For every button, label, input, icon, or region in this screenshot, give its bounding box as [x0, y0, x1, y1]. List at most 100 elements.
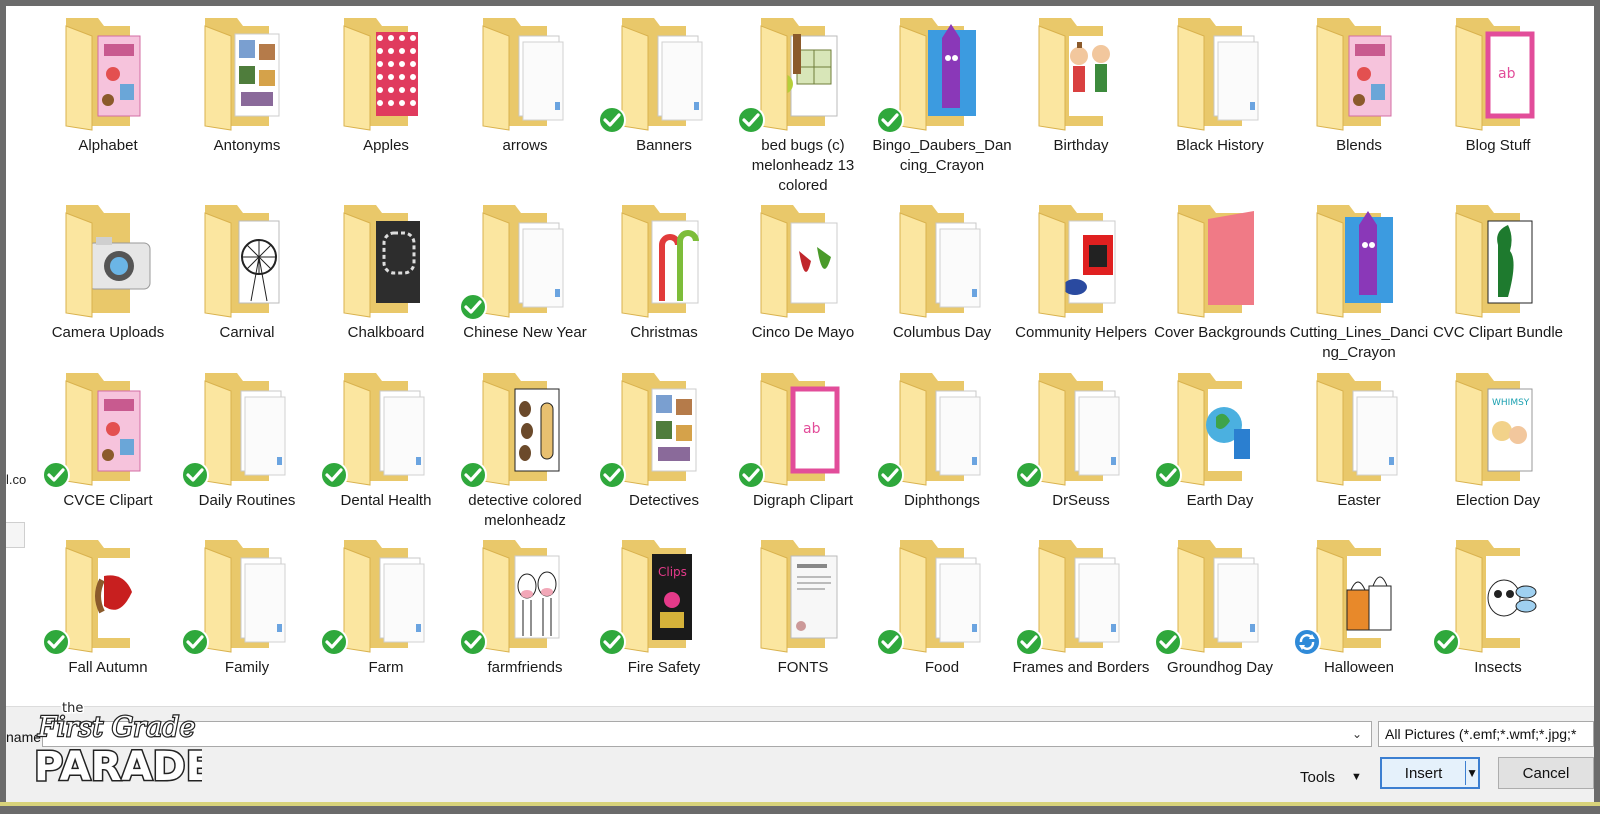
folder-name: Food: [924, 659, 960, 676]
folder-item[interactable]: Blends: [1289, 6, 1429, 196]
folder-icon: [336, 201, 436, 319]
sync-check-icon: [42, 461, 70, 489]
insert-button[interactable]: Insert ▼: [1380, 757, 1480, 789]
folder-icon: [1448, 536, 1548, 654]
folder-item[interactable]: Community Helpers: [1011, 193, 1151, 383]
folder-name: Easter: [1337, 492, 1381, 509]
sync-check-icon: [598, 106, 626, 134]
folder-name: Apples: [363, 137, 409, 154]
folder-icon: [614, 369, 714, 487]
folder-item[interactable]: Detectives: [594, 361, 734, 551]
folder-name: Fire Safety: [627, 659, 701, 676]
sync-check-icon: [737, 106, 765, 134]
chevron-down-icon[interactable]: ⌄: [1344, 722, 1370, 746]
tools-menu[interactable]: Tools ▼: [1300, 763, 1362, 791]
folder-item[interactable]: Frames and Borders: [1011, 528, 1151, 706]
folder-item[interactable]: Chalkboard: [316, 193, 456, 383]
svg-text:Clips: Clips: [658, 565, 687, 579]
sync-check-icon: [737, 461, 765, 489]
folder-icon: [197, 201, 297, 319]
folder-item[interactable]: Christmas: [594, 193, 734, 383]
clipped-text: l.co: [6, 472, 27, 487]
folder-item[interactable]: Fall Autumn: [38, 528, 178, 706]
folder-name: Digraph Clipart: [752, 492, 854, 509]
folder-name: Columbus Day: [892, 324, 992, 341]
folder-item[interactable]: Family: [177, 528, 317, 706]
folder-item[interactable]: farmfriends: [455, 528, 595, 706]
sync-check-icon: [320, 461, 348, 489]
folder-item[interactable]: detective colored melonheadz: [455, 361, 595, 551]
folder-item[interactable]: Antonyms: [177, 6, 317, 196]
decorative-stripe: [0, 802, 1600, 806]
folder-item[interactable]: Columbus Day: [872, 193, 1012, 383]
folder-name: Antonyms: [213, 137, 281, 154]
folder-item[interactable]: Easter: [1289, 361, 1429, 551]
folder-icon: [753, 536, 853, 654]
tools-label: Tools: [1300, 768, 1336, 786]
folder-icon: [336, 369, 436, 487]
folder-item[interactable]: Farm: [316, 528, 456, 706]
folder-item[interactable]: CVC Clipart Bundle: [1428, 193, 1568, 383]
sync-check-icon: [876, 461, 904, 489]
folder-item[interactable]: Banners: [594, 6, 734, 196]
folder-item[interactable]: Cutting_Lines_Dancing_Crayon: [1289, 193, 1429, 383]
insert-dropdown-icon[interactable]: ▼: [1466, 766, 1478, 780]
folder-item[interactable]: Chinese New Year: [455, 193, 595, 383]
svg-text:First Grade: First Grade: [37, 712, 195, 743]
folder-item[interactable]: Birthday: [1011, 6, 1151, 196]
folder-item[interactable]: Daily Routines: [177, 361, 317, 551]
folder-item[interactable]: ab Digraph Clipart: [733, 361, 873, 551]
folder-icon: ab: [753, 369, 853, 487]
sync-check-icon: [876, 106, 904, 134]
folder-item[interactable]: Halloween: [1289, 528, 1429, 706]
folder-item[interactable]: arrows: [455, 6, 595, 196]
file-name-input[interactable]: [42, 721, 1372, 747]
folder-icon: [475, 201, 575, 319]
folder-item[interactable]: Black History: [1150, 6, 1290, 196]
file-type-select[interactable]: All Pictures (*.emf;*.wmf;*.jpg;*: [1378, 721, 1594, 747]
folder-icon: [892, 14, 992, 132]
folder-item[interactable]: Earth Day: [1150, 361, 1290, 551]
folder-name: Camera Uploads: [51, 324, 165, 341]
cancel-button[interactable]: Cancel: [1498, 757, 1594, 789]
folder-item[interactable]: WHIMSY Election Day: [1428, 361, 1568, 551]
folder-name: Halloween: [1323, 659, 1395, 676]
folder-item[interactable]: Insects: [1428, 528, 1568, 706]
folder-item[interactable]: Clips Fire Safety: [594, 528, 734, 706]
folder-name: Family: [224, 659, 270, 676]
folder-item[interactable]: Alphabet: [38, 6, 178, 196]
folder-item[interactable]: Apples: [316, 6, 456, 196]
folder-item[interactable]: Groundhog Day: [1150, 528, 1290, 706]
folder-item[interactable]: DrSeuss: [1011, 361, 1151, 551]
folder-name: Community Helpers: [1015, 324, 1147, 341]
folder-item[interactable]: Food: [872, 528, 1012, 706]
folder-icon: [614, 14, 714, 132]
folder-item[interactable]: Carnival: [177, 193, 317, 383]
folder-item[interactable]: Bingo_Daubers_Dancing_Crayon: [872, 6, 1012, 196]
folder-item[interactable]: Dental Health: [316, 361, 456, 551]
folder-icon: [58, 201, 158, 319]
folder-name: Election Day: [1455, 492, 1541, 509]
folder-icon: ab: [1448, 14, 1548, 132]
folder-item[interactable]: Camera Uploads: [38, 193, 178, 383]
folder-name: Alphabet: [78, 137, 138, 154]
folder-name: Frames and Borders: [1012, 659, 1150, 676]
folder-item[interactable]: Cinco De Mayo: [733, 193, 873, 383]
sync-check-icon: [598, 628, 626, 656]
folder-name: Blends: [1336, 137, 1382, 154]
folder-name: detective colored melonheadz: [468, 492, 582, 529]
folder-icon: [336, 536, 436, 654]
folder-item[interactable]: bed bugs (c) melonheadz 13 colored: [733, 6, 873, 196]
folder-item[interactable]: Diphthongs: [872, 361, 1012, 551]
folder-item[interactable]: FONTS: [733, 528, 873, 706]
folder-name: CVC Clipart Bundle: [1432, 324, 1564, 341]
folder-name: bed bugs (c) melonheadz 13 colored: [751, 137, 855, 194]
svg-text:ab: ab: [803, 421, 821, 437]
folder-item[interactable]: Cover Backgrounds: [1150, 193, 1290, 383]
sync-check-icon: [459, 628, 487, 656]
sync-check-icon: [320, 628, 348, 656]
folder-item[interactable]: CVCE Clipart: [38, 361, 178, 551]
folder-icon: [753, 201, 853, 319]
folder-item[interactable]: ab Blog Stuff: [1428, 6, 1568, 196]
folder-name: DrSeuss: [1052, 492, 1110, 509]
